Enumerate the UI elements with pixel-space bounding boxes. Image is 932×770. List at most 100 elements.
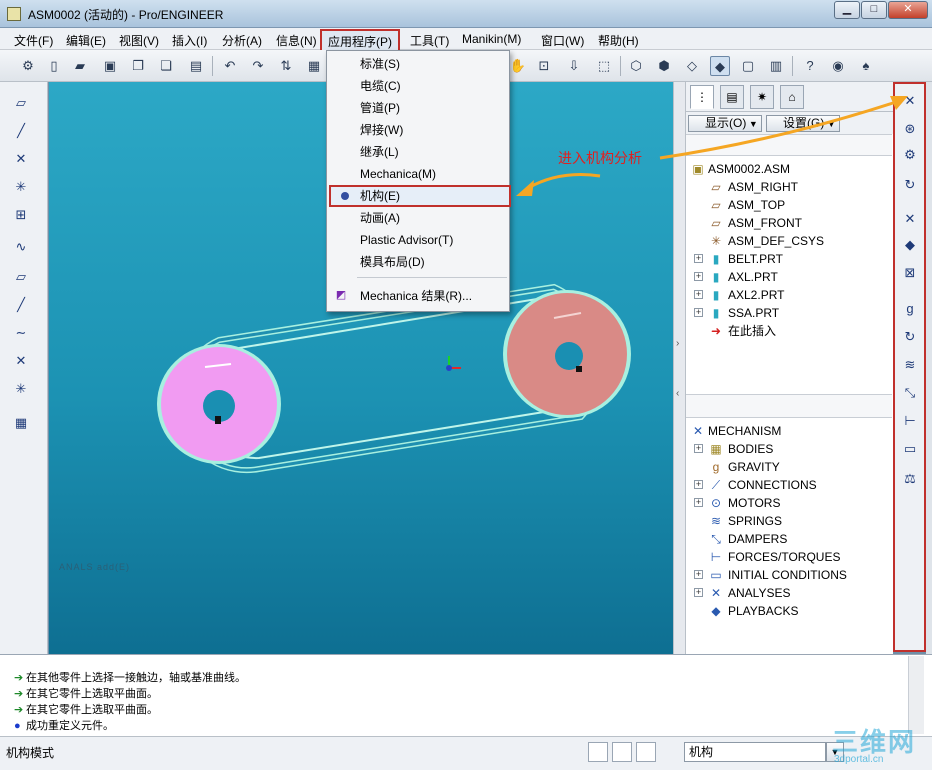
no-hidden-icon[interactable]: ◇: [682, 56, 702, 76]
app-menu-plastic-advisor[interactable]: Plastic Advisor(T): [327, 229, 509, 251]
app-menu-inheritance[interactable]: 继承(L): [327, 141, 509, 163]
paste-special-icon[interactable]: ▤: [186, 56, 206, 76]
expand-icon[interactable]: +: [694, 498, 703, 507]
maximize-button[interactable]: □: [861, 1, 887, 19]
wireframe-icon[interactable]: ⬡: [626, 56, 646, 76]
settings-dropdown[interactable]: 设置(G) ▼: [766, 115, 840, 132]
saved-views-icon[interactable]: ⬚: [594, 56, 614, 76]
drag-icon[interactable]: ◆: [899, 234, 921, 256]
connections-tab-icon[interactable]: ⌂: [780, 85, 804, 109]
measures-icon[interactable]: ⊠: [899, 262, 921, 284]
collapse-right-icon[interactable]: ‹: [676, 388, 679, 399]
connect-icon[interactable]: ✕: [899, 208, 921, 230]
tree-item-bodies[interactable]: + ▦ BODIES: [686, 440, 892, 458]
tree-item-asm-front[interactable]: ▱ ASM_FRONT: [686, 214, 892, 232]
favorites-tab-icon[interactable]: ✷: [750, 85, 774, 109]
expand-icon[interactable]: +: [694, 588, 703, 597]
expand-icon[interactable]: +: [694, 480, 703, 489]
tree-item-asm[interactable]: ▣ ASM0002.ASM: [686, 160, 892, 178]
show-dropdown[interactable]: 显示(O) ▼: [688, 115, 762, 132]
spring-tool-icon[interactable]: ≋: [899, 354, 921, 376]
csys-tool-icon[interactable]: ✳: [9, 378, 33, 400]
menu-edit[interactable]: 编辑(E): [66, 32, 106, 49]
app-menu-animation[interactable]: 动画(A): [327, 207, 509, 229]
app-menu-mechanica[interactable]: Mechanica(M): [327, 163, 509, 185]
undo-icon[interactable]: ↶: [220, 56, 240, 76]
tree-item-dampers[interactable]: ⤡ DAMPERS: [686, 530, 892, 548]
open-icon[interactable]: ▰: [70, 56, 90, 76]
force-torque-tool-icon[interactable]: ⊢: [899, 410, 921, 432]
servo-motor-icon[interactable]: ↻: [899, 174, 921, 196]
reorient-icon[interactable]: ⇩: [564, 56, 584, 76]
tree-item-asm-top[interactable]: ▱ ASM_TOP: [686, 196, 892, 214]
paste-icon[interactable]: ❏: [156, 56, 176, 76]
menu-help[interactable]: 帮助(H): [598, 32, 639, 49]
tree-item-initial-conditions[interactable]: + ▭ INITIAL CONDITIONS: [686, 566, 892, 584]
tree-item-mechanism[interactable]: ✕ MECHANISM: [686, 422, 892, 440]
app-menu-mechanica-results[interactable]: ◩ Mechanica 结果(R)...: [327, 285, 509, 307]
tree-item-ssa[interactable]: + ▮ SSA.PRT: [686, 304, 892, 322]
app-menu-standard[interactable]: 标准(S): [327, 53, 509, 75]
damper-tool-icon[interactable]: ⤡: [899, 382, 921, 404]
tree-item-gravity[interactable]: g GRAVITY: [686, 458, 892, 476]
app-menu-mold-layout[interactable]: 模具布局(D): [327, 251, 509, 273]
datum-plane-display-icon[interactable]: ▱: [9, 92, 33, 114]
copy-icon[interactable]: ❐: [128, 56, 148, 76]
new-file-icon[interactable]: ▯: [44, 56, 64, 76]
model-tree-tab-icon[interactable]: ⋮: [690, 85, 714, 109]
tree-item-connections[interactable]: + ⟋ CONNECTIONS: [686, 476, 892, 494]
expand-icon[interactable]: +: [694, 308, 703, 317]
selection-filter[interactable]: 机构: [684, 742, 826, 762]
menu-insert[interactable]: 插入(I): [172, 32, 207, 49]
force-motor-icon[interactable]: ↻: [899, 326, 921, 348]
pan-hand-icon[interactable]: ✋: [508, 56, 528, 76]
tree-item-playbacks[interactable]: ◆ PLAYBACKS: [686, 602, 892, 620]
datum-point-tool-icon[interactable]: ✕: [9, 350, 33, 372]
tree-item-motors[interactable]: + ⊙ MOTORS: [686, 494, 892, 512]
shading-icon[interactable]: ◆: [710, 56, 730, 76]
menu-window[interactable]: 窗口(W): [541, 32, 584, 49]
tree-item-insert-here[interactable]: ➜ 在此插入: [686, 322, 892, 340]
model-tree-toggle-icon[interactable]: ▢: [738, 56, 758, 76]
zoom-window-icon[interactable]: ⊡: [534, 56, 554, 76]
expand-icon[interactable]: +: [694, 254, 703, 263]
mechanism-display-icon[interactable]: ✕: [899, 90, 921, 112]
tree-item-springs[interactable]: ≋ SPRINGS: [686, 512, 892, 530]
gears-icon[interactable]: ⚙: [899, 144, 921, 166]
expand-icon[interactable]: +: [694, 272, 703, 281]
menu-view[interactable]: 视图(V): [119, 32, 159, 49]
app-menu-cabling[interactable]: 电缆(C): [327, 75, 509, 97]
menu-analysis[interactable]: 分析(A): [222, 32, 262, 49]
cam-icon[interactable]: ⊛: [899, 118, 921, 140]
selection-grid-icon[interactable]: ▦: [304, 56, 324, 76]
expand-icon[interactable]: +: [694, 290, 703, 299]
datum-axis-tool-icon[interactable]: ╱: [9, 294, 33, 316]
expand-icon[interactable]: +: [694, 570, 703, 579]
color-wheel-icon[interactable]: ◉: [828, 56, 848, 76]
minimize-button[interactable]: ▁: [834, 1, 860, 19]
menu-info[interactable]: 信息(N): [276, 32, 317, 49]
csys-display-icon[interactable]: ✳: [9, 176, 33, 198]
app-menu-piping[interactable]: 管道(P): [327, 97, 509, 119]
menu-file[interactable]: 文件(F): [14, 32, 53, 49]
panel-splitter[interactable]: › ‹: [673, 82, 685, 654]
menu-tools[interactable]: 工具(T): [410, 32, 449, 49]
sketch-curve-icon[interactable]: ∿: [9, 236, 33, 258]
redo-icon[interactable]: ↷: [248, 56, 268, 76]
datum-plane-tool-icon[interactable]: ▱: [9, 266, 33, 288]
tree-item-axl2[interactable]: + ▮ AXL2.PRT: [686, 286, 892, 304]
datum-curve-tool-icon[interactable]: ∼: [9, 322, 33, 344]
tree-item-asm-def-csys[interactable]: ✳ ASM_DEF_CSYS: [686, 232, 892, 250]
gravity-tool-icon[interactable]: g: [899, 298, 921, 320]
hidden-line-icon[interactable]: ⬢: [654, 56, 674, 76]
close-button[interactable]: ✕: [888, 1, 928, 19]
mass-properties-icon[interactable]: ⚖: [899, 468, 921, 490]
new-session-icon[interactable]: ⚙: [18, 56, 38, 76]
tree-item-analyses[interactable]: + ✕ ANALYSES: [686, 584, 892, 602]
analysis-table-icon[interactable]: ▦: [9, 412, 33, 434]
app-menu-mechanism[interactable]: 机构(E): [329, 185, 511, 207]
datum-point-display-icon[interactable]: ✕: [9, 148, 33, 170]
layer-icon[interactable]: ▥: [766, 56, 786, 76]
datum-axis-display-icon[interactable]: ╱: [9, 120, 33, 142]
menu-manikin[interactable]: Manikin(M): [462, 32, 521, 46]
